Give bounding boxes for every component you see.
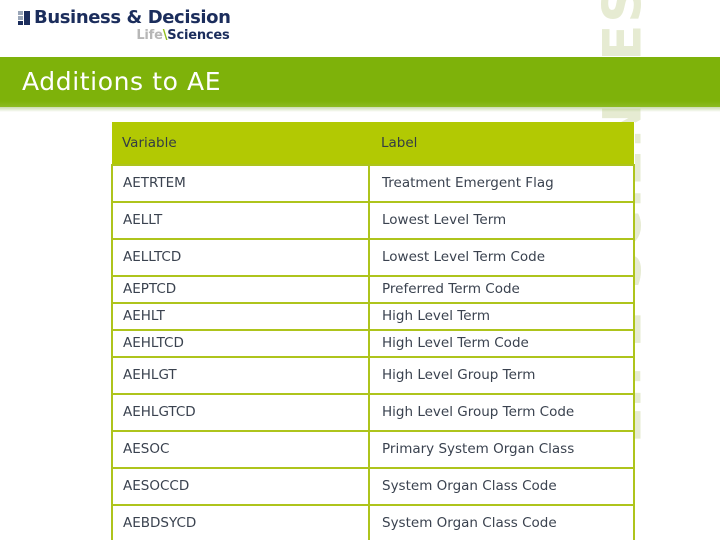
cell-label: Primary System Organ Class (368, 430, 635, 469)
cell-label: System Organ Class Code (368, 504, 635, 540)
cell-variable: AEHLGTCD (111, 393, 370, 432)
cell-label: System Organ Class Code (368, 467, 635, 506)
column-header-variable: Variable (112, 122, 369, 165)
cell-variable: AELLT (111, 201, 370, 240)
table-row: AEHLGTCD High Level Group Term Code (111, 393, 635, 432)
cell-variable: AEHLT (111, 302, 370, 331)
cell-variable: AEHLTCD (111, 329, 370, 358)
squares-grid-icon (18, 11, 31, 25)
variables-table-container: Variable Label AETRTEM Treatment Emergent… (111, 122, 635, 540)
logo-company-name: Business & Decision (34, 6, 231, 28)
slide-canvas: LIFE SCIENCES Business & Decision Life\S… (0, 0, 720, 540)
table-row: AELLTCD Lowest Level Term Code (111, 238, 635, 277)
cell-variable: AESOC (111, 430, 370, 469)
logo-division-row: Life\Sciences (18, 28, 230, 43)
cell-variable: AEBDSYCD (111, 504, 370, 540)
cell-label: High Level Group Term (368, 356, 635, 395)
cell-variable: AEPTCD (111, 275, 370, 304)
table-row: AEHLGT High Level Group Term (111, 356, 635, 395)
cell-label: High Level Group Term Code (368, 393, 635, 432)
company-logo: Business & Decision Life\Sciences (18, 7, 231, 43)
slide-title: Additions to AE (22, 67, 222, 96)
variables-table: Variable Label AETRTEM Treatment Emergent… (111, 122, 635, 540)
table-header: Variable Label (112, 122, 634, 165)
table-row: AEBDSYCD System Organ Class Code (111, 504, 635, 540)
logo-division-prefix: Life (136, 28, 163, 43)
column-header-label: Label (369, 122, 634, 165)
table-row: AEHLT High Level Term (111, 302, 635, 331)
table-row: AESOC Primary System Organ Class (111, 430, 635, 469)
cell-label: Preferred Term Code (368, 275, 635, 304)
table-row: AESOCCD System Organ Class Code (111, 467, 635, 506)
logo-division-suffix: Sciences (167, 28, 230, 43)
cell-variable: AETRTEM (111, 164, 370, 203)
table-row: AEPTCD Preferred Term Code (111, 275, 635, 304)
table-header-row: Variable Label (112, 122, 634, 165)
table-row: AETRTEM Treatment Emergent Flag (111, 164, 635, 203)
table-row: AEHLTCD High Level Term Code (111, 329, 635, 358)
logo-primary-row: Business & Decision (18, 7, 231, 27)
cell-label: Lowest Level Term (368, 201, 635, 240)
cell-variable: AELLTCD (111, 238, 370, 277)
cell-label: Lowest Level Term Code (368, 238, 635, 277)
cell-label: High Level Term (368, 302, 635, 331)
title-banner-shadow (0, 107, 720, 112)
cell-label: Treatment Emergent Flag (368, 164, 635, 203)
cell-variable: AESOCCD (111, 467, 370, 506)
cell-variable: AEHLGT (111, 356, 370, 395)
table-row: AELLT Lowest Level Term (111, 201, 635, 240)
table-body: AETRTEM Treatment Emergent Flag AELLT Lowes… (111, 164, 635, 540)
cell-label: High Level Term Code (368, 329, 635, 358)
